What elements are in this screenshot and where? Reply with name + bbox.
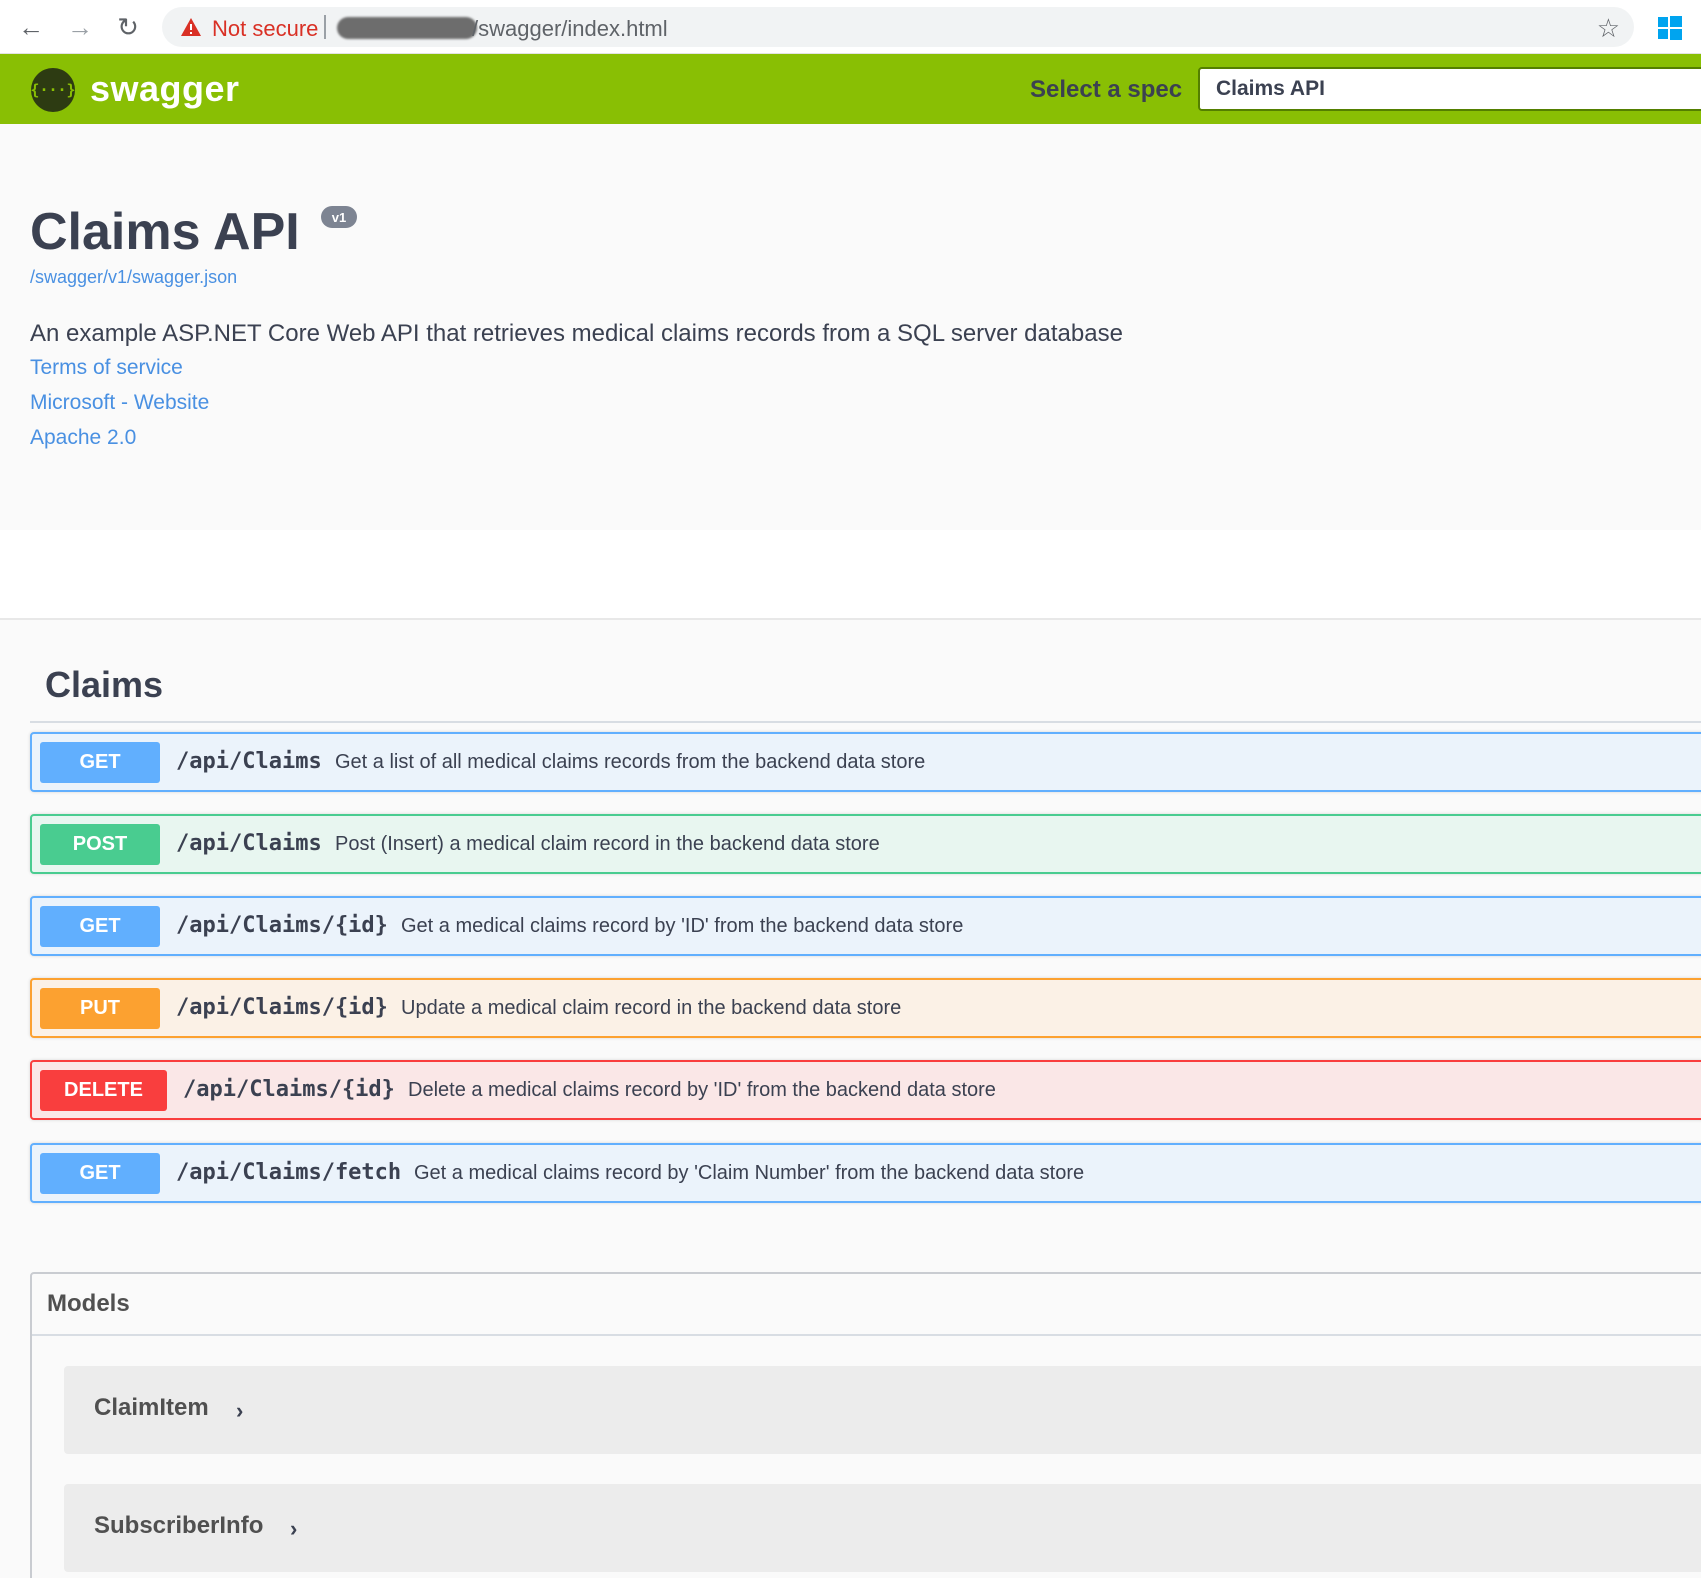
method-badge: GET (40, 1153, 160, 1194)
operation-path: /api/Claims/fetch (176, 1160, 402, 1185)
select-spec-label: Select a spec (1030, 76, 1183, 103)
operation-summary: Update a medical claim record in the bac… (401, 997, 902, 1019)
tag-divider (30, 721, 1701, 723)
operation-summary: Get a list of all medical claims records… (335, 751, 926, 773)
forward-arrow-icon[interactable]: → (65, 12, 95, 42)
model-name: ClaimItem (94, 1394, 209, 1421)
swagger-logo-icon[interactable]: {···} (30, 68, 76, 112)
browser-toolbar: ← → ↻ Not secure /swagger/index.html ☆ (0, 0, 1701, 54)
reload-icon[interactable]: ↻ (113, 12, 143, 42)
chevron-right-icon[interactable]: › (236, 1398, 243, 1424)
operation-get-claim-by-id[interactable]: GET /api/Claims/{id} Get a medical claim… (30, 896, 1701, 956)
swagger-logo-text[interactable]: swagger (90, 68, 240, 110)
swagger-json-link[interactable]: /swagger/v1/swagger.json (30, 267, 237, 288)
model-name: SubscriberInfo (94, 1512, 264, 1539)
redacted-host (337, 17, 477, 39)
operation-summary: Get a medical claims record by 'Claim Nu… (414, 1162, 1085, 1184)
operation-post-claims[interactable]: POST /api/Claims Post (Insert) a medical… (30, 814, 1701, 874)
method-badge: POST (40, 824, 160, 865)
method-badge: DELETE (40, 1070, 167, 1111)
chevron-right-icon[interactable]: › (290, 1516, 297, 1542)
api-title: Claims API (30, 203, 300, 261)
windows-icon[interactable] (1658, 16, 1682, 40)
url-path[interactable]: /swagger/index.html (472, 16, 668, 42)
swagger-topbar: {···} swagger Select a spec Claims API (0, 54, 1701, 124)
tag-claims-title[interactable]: Claims (45, 664, 163, 706)
back-arrow-icon[interactable]: ← (16, 12, 46, 42)
models-header[interactable]: Models (32, 1274, 1701, 1336)
spec-select[interactable]: Claims API (1198, 67, 1701, 111)
method-badge: GET (40, 906, 160, 947)
license-link[interactable]: Apache 2.0 (30, 426, 136, 450)
model-claimitem[interactable]: ClaimItem › (64, 1366, 1701, 1454)
operation-path: /api/Claims (176, 749, 322, 774)
api-description: An example ASP.NET Core Web API that ret… (30, 320, 1123, 347)
security-status[interactable]: Not secure (212, 16, 318, 42)
operation-path: /api/Claims/{id} (176, 995, 388, 1020)
operation-path: /api/Claims/{id} (176, 913, 388, 938)
operation-summary: Post (Insert) a medical claim record in … (335, 833, 880, 855)
operation-summary: Delete a medical claims record by 'ID' f… (408, 1079, 996, 1101)
version-badge: v1 (321, 206, 357, 228)
operation-delete-claim[interactable]: DELETE /api/Claims/{id} Delete a medical… (30, 1060, 1701, 1120)
operation-summary: Get a medical claims record by 'ID' from… (401, 915, 964, 937)
models-section: Models ClaimItem › SubscriberInfo › (30, 1272, 1701, 1578)
operation-put-claim[interactable]: PUT /api/Claims/{id} Update a medical cl… (30, 978, 1701, 1038)
method-badge: GET (40, 742, 160, 783)
bookmark-star-icon[interactable]: ☆ (1597, 13, 1620, 44)
contact-website-link[interactable]: Microsoft - Website (30, 391, 209, 415)
operation-path: /api/Claims (176, 831, 322, 856)
terms-of-service-link[interactable]: Terms of service (30, 356, 183, 380)
method-badge: PUT (40, 988, 160, 1029)
address-bar[interactable]: Not secure /swagger/index.html ☆ (162, 7, 1634, 47)
model-subscriberinfo[interactable]: SubscriberInfo › (64, 1484, 1701, 1572)
scheme-container (0, 530, 1701, 620)
operation-get-claims[interactable]: GET /api/Claims Get a list of all medica… (30, 732, 1701, 792)
api-info: Claims API v1 /swagger/v1/swagger.json A… (0, 124, 1701, 530)
warning-icon (181, 18, 201, 36)
operation-path: /api/Claims/{id} (183, 1077, 395, 1102)
models-title: Models (47, 1290, 130, 1317)
operation-get-claim-fetch[interactable]: GET /api/Claims/fetch Get a medical clai… (30, 1143, 1701, 1203)
address-separator (324, 15, 326, 39)
